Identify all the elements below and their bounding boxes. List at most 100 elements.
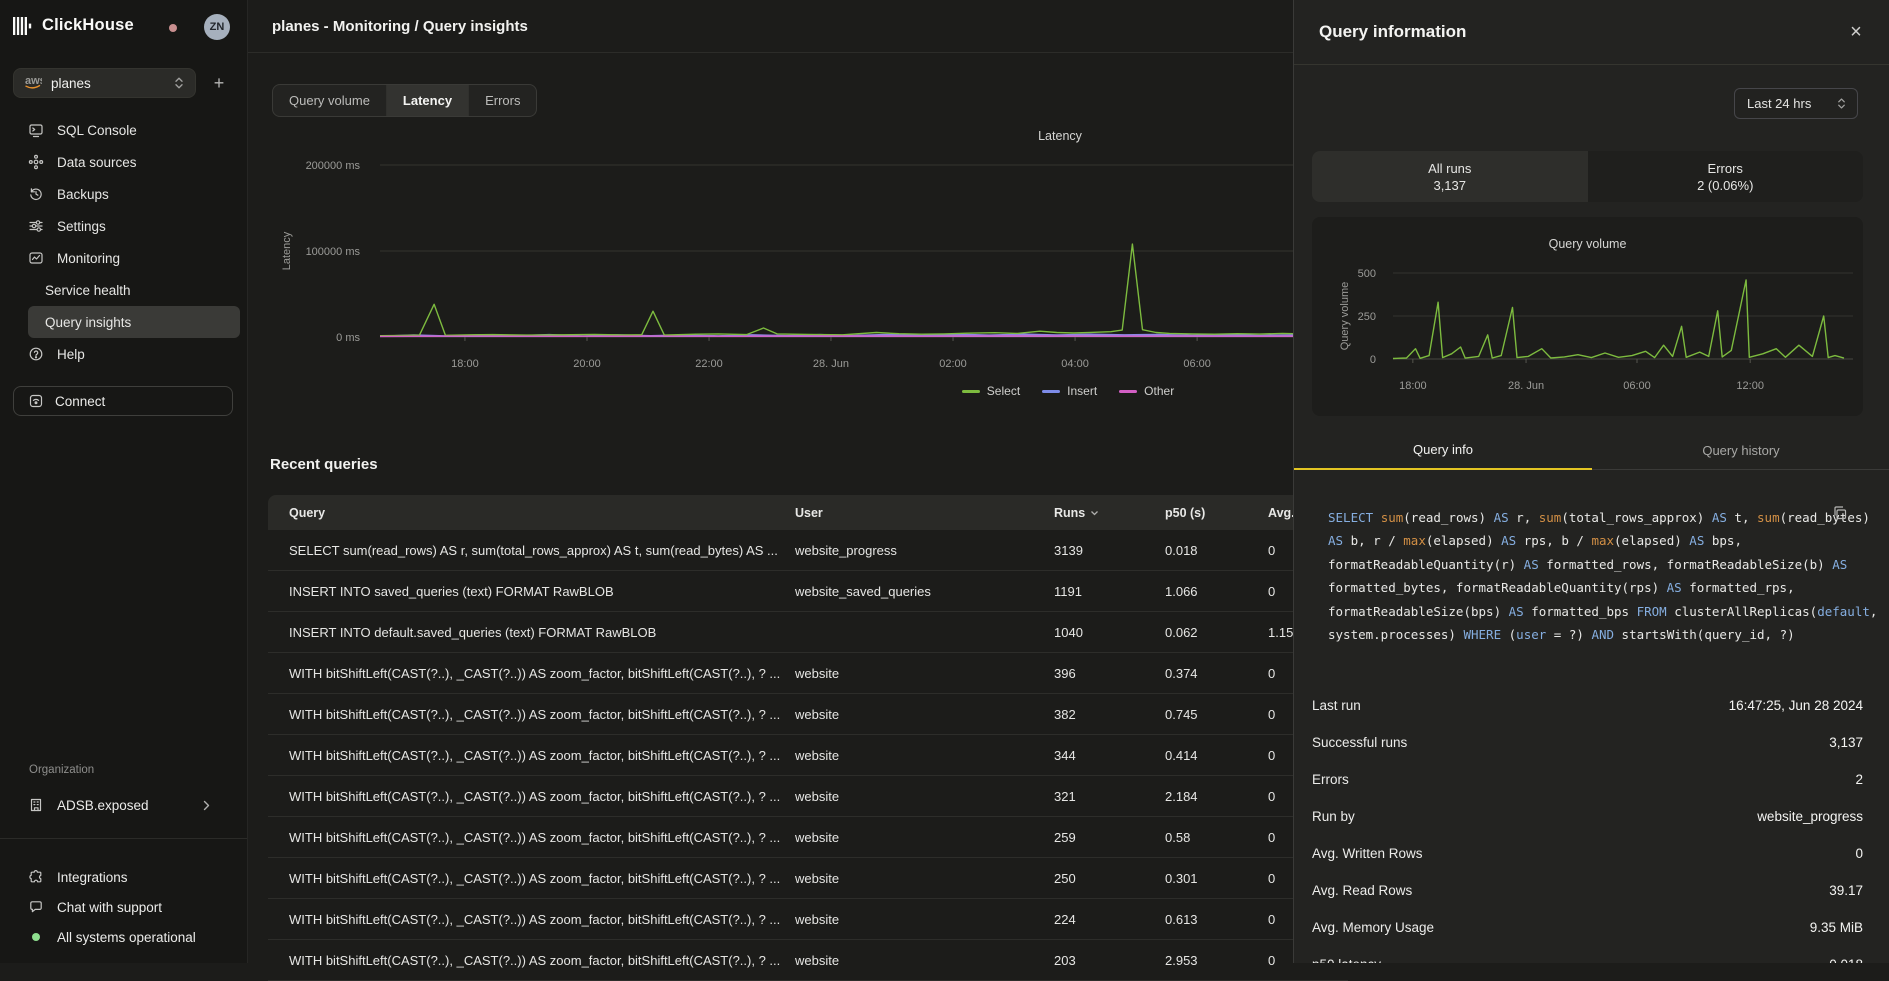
sidebar-item-monitoring[interactable]: Monitoring (28, 242, 240, 274)
table-row[interactable]: WITH bitShiftLeft(CAST(?..), _CAST(?..))… (268, 817, 1348, 858)
clickhouse-logo-icon (13, 17, 33, 35)
connect-button[interactable]: Connect (13, 386, 233, 416)
stat-value: 0.018 (1829, 957, 1863, 963)
stat-tab-all-runs[interactable]: All runs 3,137 (1312, 151, 1588, 202)
svg-text:02:00: 02:00 (939, 358, 967, 370)
legend-dash (962, 390, 980, 393)
svg-text:0: 0 (1370, 354, 1376, 366)
notification-dot[interactable] (169, 24, 177, 32)
sidebar-item-help[interactable]: Help (28, 338, 240, 370)
legend-item-insert[interactable]: Insert (1042, 384, 1097, 398)
add-service-button[interactable]: + (206, 70, 232, 96)
sidebar-item-query-insights[interactable]: Query insights (28, 306, 240, 338)
sidebar-item-all-systems-operational[interactable]: All systems operational (13, 922, 234, 952)
stat-label: Successful runs (1312, 735, 1407, 750)
sidebar-divider (0, 838, 247, 839)
recent-queries-table: QueryUserRunsp50 (s)Avg. SELECT sum(read… (268, 495, 1348, 981)
code-line: formatReadableSize(bps) AS formatted_bps… (1328, 600, 1860, 623)
chevron-right-icon (203, 800, 210, 811)
stat-row-avg-memory-usage: Avg. Memory Usage9.35 MiB (1312, 909, 1863, 946)
p50-cell: 1.066 (1165, 584, 1268, 599)
stat-row-avg-read-rows: Avg. Read Rows 39.17 (1312, 872, 1863, 909)
runs-cell: 250 (1054, 871, 1165, 886)
query-cell: INSERT INTO saved_queries (text) FORMAT … (268, 584, 795, 599)
user-cell: website (795, 666, 1054, 681)
table-row[interactable]: WITH bitShiftLeft(CAST(?..), _CAST(?..))… (268, 899, 1348, 940)
user-cell: website (795, 707, 1054, 722)
p50-cell: 0.374 (1165, 666, 1268, 681)
runs-errors-tabs: All runs 3,137 Errors2 (0.06%) (1312, 151, 1863, 202)
table-row[interactable]: WITH bitShiftLeft(CAST(?..), _CAST(?..))… (268, 776, 1348, 817)
sidebar-item-label: Service health (45, 283, 131, 298)
sidebar-item-service-health[interactable]: Service health (28, 274, 240, 306)
column-header-query[interactable]: Query (268, 506, 795, 520)
column-header-p50-s[interactable]: p50 (s) (1165, 506, 1268, 520)
table-row[interactable]: WITH bitShiftLeft(CAST(?..), _CAST(?..))… (268, 940, 1348, 981)
query-cell: SELECT sum(read_rows) AS r, sum(total_ro… (268, 543, 795, 558)
runs-cell: 396 (1054, 666, 1165, 681)
nav-list: SQL ConsoleData sources Backups SettingsMo… (0, 114, 247, 370)
table-row[interactable]: WITH bitShiftLeft(CAST(?..), _CAST(?..))… (268, 694, 1348, 735)
runs-cell: 382 (1054, 707, 1165, 722)
status-dot (32, 933, 40, 941)
avatar[interactable]: ZN (204, 14, 230, 40)
table-row[interactable]: INSERT INTO default.saved_queries (text)… (268, 612, 1348, 653)
sidebar-item-integrations[interactable]: Integrations (13, 862, 234, 892)
runs-cell: 1040 (1054, 625, 1165, 640)
p50-cell: 0.301 (1165, 871, 1268, 886)
user-cell: website_progress (795, 543, 1054, 558)
query-volume-card: Query volume 500250018:0028. Jun06:0012:… (1312, 217, 1863, 416)
time-range-select[interactable]: Last 24 hrs (1734, 88, 1858, 119)
sidebar: ClickHouse ZN aws planes + SQL ConsoleDa… (0, 0, 248, 963)
stat-label: Avg. Read Rows (1312, 883, 1412, 898)
svg-text:18:00: 18:00 (451, 358, 479, 370)
query-cell: WITH bitShiftLeft(CAST(?..), _CAST(?..))… (268, 666, 795, 681)
close-icon[interactable]: × (1842, 18, 1870, 46)
copy-icon[interactable] (1832, 505, 1850, 523)
tab-query-history[interactable]: Query history (1592, 431, 1889, 470)
legend-item-select[interactable]: Select (962, 384, 1020, 398)
user-cell: website (795, 748, 1054, 763)
user-cell: website (795, 871, 1054, 886)
sidebar-item-sql-console[interactable]: SQL Console (28, 114, 240, 146)
chevron-updown-icon (1836, 97, 1847, 110)
page-title: planes - Monitoring / Query insights (272, 0, 528, 52)
table-row[interactable]: WITH bitShiftLeft(CAST(?..), _CAST(?..))… (268, 735, 1348, 776)
table-row[interactable]: WITH bitShiftLeft(CAST(?..), _CAST(?..))… (268, 653, 1348, 694)
sidebar-item-chat-with-support[interactable]: Chat with support (13, 892, 234, 922)
runs-cell: 224 (1054, 912, 1165, 927)
legend-label: Select (987, 384, 1020, 398)
table-row[interactable]: WITH bitShiftLeft(CAST(?..), _CAST(?..))… (268, 858, 1348, 899)
service-selector[interactable]: aws planes (13, 68, 196, 98)
stat-tab-label: All runs (1428, 161, 1471, 176)
svg-text:06:00: 06:00 (1623, 380, 1651, 392)
legend-label: Insert (1067, 384, 1097, 398)
sidebar-item-label: Backups (57, 187, 109, 202)
organization-item[interactable]: ADSB.exposed (13, 790, 234, 820)
stat-row-successful-runs: Successful runs3,137 (1312, 724, 1863, 761)
stat-value: 39.17 (1829, 883, 1863, 898)
stat-tab-value: 3,137 (1433, 178, 1466, 193)
panel-title: Query information (1319, 0, 1466, 64)
column-header-runs[interactable]: Runs (1054, 506, 1165, 520)
tab-query-info[interactable]: Query info (1294, 431, 1592, 470)
user-cell: website (795, 953, 1054, 968)
column-header-user[interactable]: User (795, 506, 1054, 520)
user-cell: website (795, 789, 1054, 804)
status-dot-icon (28, 929, 44, 945)
sidebar-footer-list: IntegrationsChat with supportAll systems… (13, 862, 234, 952)
stat-tab-errors[interactable]: Errors2 (0.06%) (1588, 151, 1864, 202)
sidebar-item-settings[interactable]: Settings (28, 210, 240, 242)
sidebar-item-data-sources[interactable]: Data sources (28, 146, 240, 178)
table-row[interactable]: SELECT sum(read_rows) AS r, sum(total_ro… (268, 530, 1348, 571)
code-line: SELECT sum(read_rows) AS r, sum(total_ro… (1328, 506, 1860, 529)
sidebar-item-backups[interactable]: Backups (28, 178, 240, 210)
legend-item-other[interactable]: Other (1119, 384, 1174, 398)
table-row[interactable]: INSERT INTO saved_queries (text) FORMAT … (268, 571, 1348, 612)
organization-name: ADSB.exposed (57, 798, 149, 813)
chevron-updown-icon (173, 76, 185, 90)
runs-cell: 344 (1054, 748, 1165, 763)
puzzle-icon (28, 869, 44, 885)
stat-row-avg-written-rows: Avg. Written Rows0 (1312, 835, 1863, 872)
p50-cell: 0.58 (1165, 830, 1268, 845)
